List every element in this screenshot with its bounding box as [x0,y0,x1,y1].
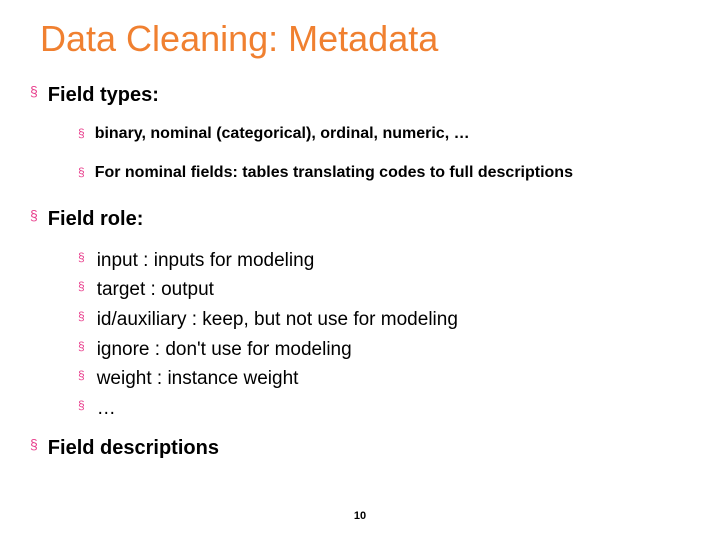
section-field-role: § Field role: [30,206,690,232]
bullet-icon: § [30,82,38,102]
list-item: § input : inputs for modeling [78,248,690,274]
bullet-icon: § [30,435,38,455]
list-item-text: id/auxiliary : keep, but not use for mod… [97,307,458,333]
list-item-text: binary, nominal (categorical), ordinal, … [95,124,470,145]
list-item-text: ignore : don't use for modeling [97,337,352,363]
list-item-text: … [97,396,116,422]
list-item-text: input : inputs for modeling [97,248,315,274]
bullet-icon: § [30,206,38,226]
slide-title: Data Cleaning: Metadata [40,18,690,60]
list-item-text: weight : instance weight [97,366,299,392]
list-item: § binary, nominal (categorical), ordinal… [78,124,690,145]
bullet-icon: § [78,396,85,415]
section-field-descriptions: § Field descriptions [30,435,690,461]
list-item-text: For nominal fields: tables translating c… [95,163,573,184]
list-item: § weight : instance weight [78,366,690,392]
list-item: § target : output [78,277,690,303]
list-item: § ignore : don't use for modeling [78,337,690,363]
list-item: § … [78,396,690,422]
page-number: 10 [354,510,366,522]
bullet-icon: § [78,366,85,385]
bullet-icon: § [78,277,85,296]
bullet-icon: § [78,248,85,267]
list-item-text: target : output [97,277,214,303]
list-item: § For nominal fields: tables translating… [78,163,690,184]
list-item: § id/auxiliary : keep, but not use for m… [78,307,690,333]
section-heading: Field types: [48,82,159,108]
section-heading: Field role: [48,206,144,232]
section-field-types: § Field types: [30,82,690,108]
bullet-icon: § [78,163,85,181]
bullet-icon: § [78,124,85,142]
bullet-icon: § [78,337,85,356]
section-heading: Field descriptions [48,435,219,461]
bullet-icon: § [78,307,85,326]
